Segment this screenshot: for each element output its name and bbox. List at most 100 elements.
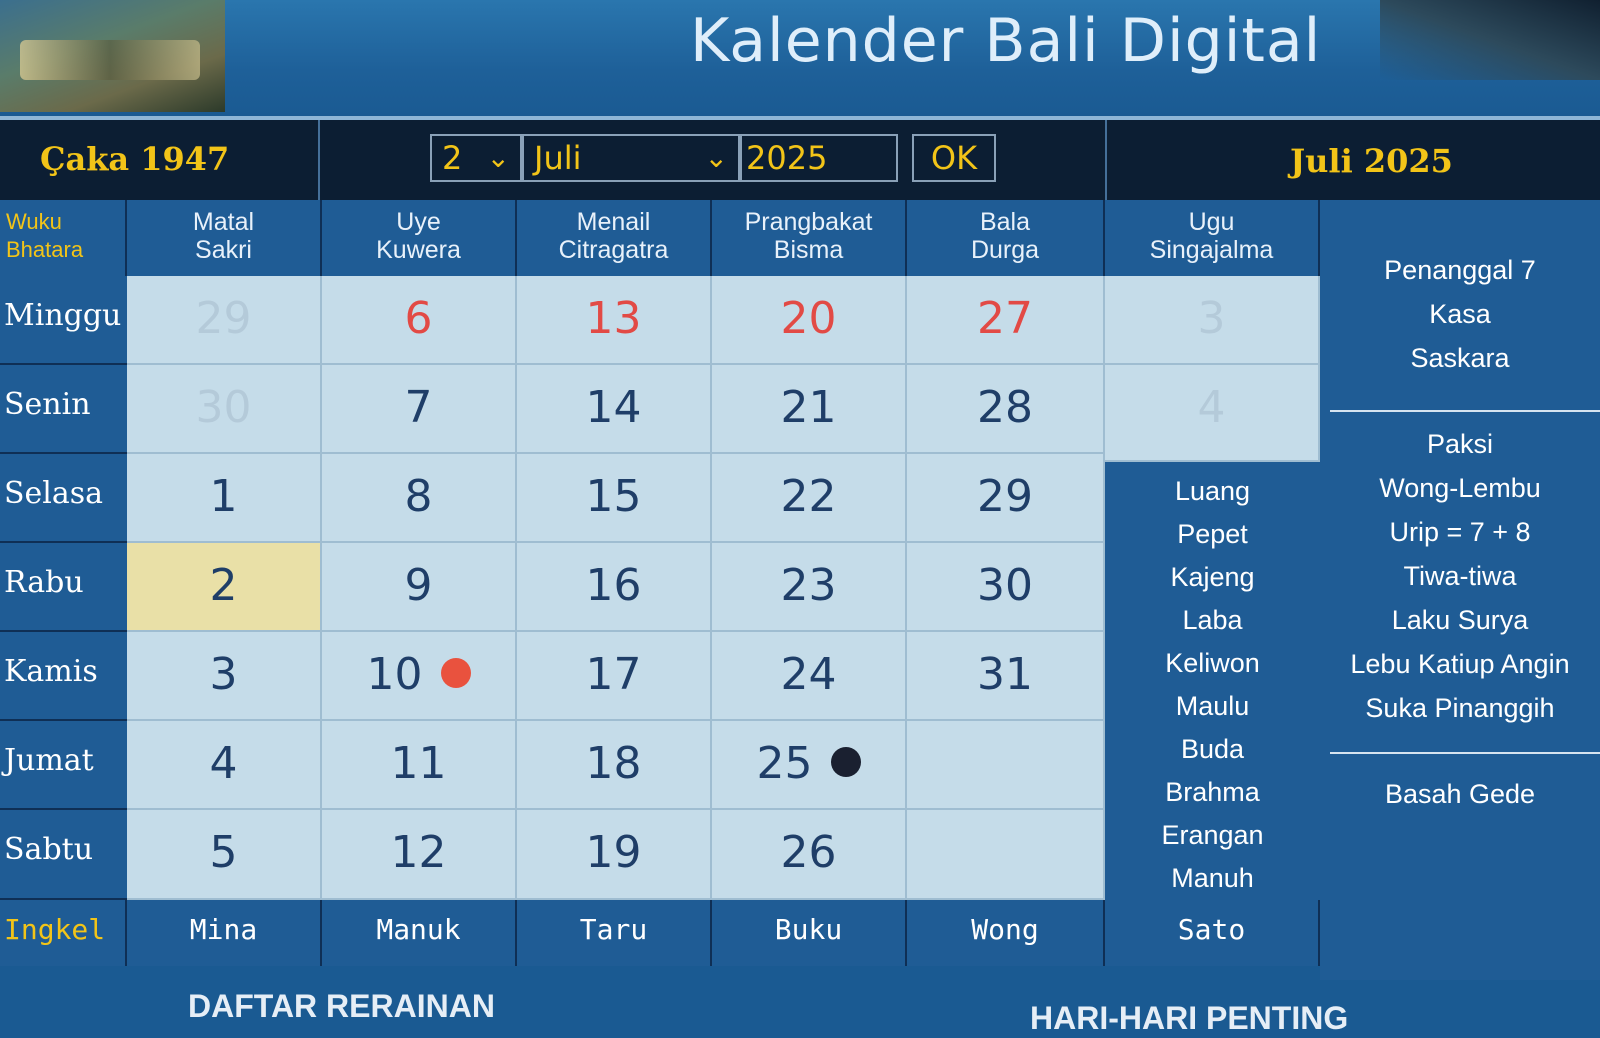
- wuku-name: Matal: [192, 208, 255, 236]
- date-cell[interactable]: 13: [517, 276, 712, 365]
- date-cell[interactable]: 29: [127, 276, 322, 365]
- rerainan-list-title[interactable]: DAFTAR RERAINAN: [188, 988, 495, 1025]
- toolbar-divider: [1105, 120, 1107, 200]
- panel-divider: [1330, 410, 1600, 412]
- date-cell[interactable]: 8: [322, 454, 517, 543]
- date-cell[interactable]: 18: [517, 721, 712, 810]
- day-of-week-label: Rabu: [0, 543, 127, 632]
- month-select[interactable]: Juli ⌄: [522, 134, 740, 182]
- day-select-value: 2: [442, 139, 463, 177]
- date-cell[interactable]: 31: [907, 632, 1105, 721]
- week-header: Uye Kuwera: [322, 200, 517, 276]
- date-cell[interactable]: 23: [712, 543, 907, 632]
- attribute-item: Manuh: [1171, 863, 1254, 893]
- wewaran-text: Saskara: [1410, 343, 1510, 373]
- date-cell[interactable]: 20: [712, 276, 907, 365]
- penanggal-text: Penanggal 7: [1384, 255, 1536, 285]
- date-cell[interactable]: 30: [127, 365, 322, 454]
- year-input[interactable]: 2025: [740, 134, 898, 182]
- header-photo-landscape: [1380, 0, 1600, 80]
- attribute-item: Buda: [1180, 734, 1245, 764]
- detail-line: Paksi: [1426, 429, 1494, 459]
- detail-line: Urip = 7 + 8: [1389, 517, 1531, 547]
- day-select[interactable]: 2 ⌄: [430, 134, 522, 182]
- ingkel-item: Wong: [907, 900, 1105, 966]
- date-cell[interactable]: 30: [907, 543, 1105, 632]
- date-cell[interactable]: 11: [322, 721, 517, 810]
- date-cell[interactable]: 12: [322, 810, 517, 900]
- current-month-title: Juli 2025: [1290, 142, 1453, 180]
- ingkel-item: Buku: [712, 900, 907, 966]
- day-of-week-label: Jumat: [0, 721, 127, 810]
- chevron-down-icon: ⌄: [704, 141, 728, 174]
- full-moon-icon: [440, 658, 471, 688]
- attribute-item: Luang: [1174, 476, 1251, 506]
- date-cell[interactable]: 21: [712, 365, 907, 454]
- attribute-item: Pepet: [1177, 519, 1248, 549]
- new-moon-icon: [830, 747, 861, 777]
- date-cell[interactable]: 1: [127, 454, 322, 543]
- week-header: Bala Durga: [907, 200, 1105, 276]
- attribute-item: Erangan: [1161, 820, 1264, 850]
- day-attributes-list: Luang Pepet Kajeng Laba Keliwon Maulu Bu…: [1105, 462, 1320, 900]
- ok-button[interactable]: OK: [912, 134, 996, 182]
- day-of-week-label: Selasa: [0, 454, 127, 543]
- attribute-item: Brahma: [1165, 777, 1260, 807]
- date-cell[interactable]: 26: [712, 810, 907, 900]
- app-title: Kalender Bali Digital: [690, 6, 1322, 76]
- date-cell[interactable]: 29: [907, 454, 1105, 543]
- bhatara-name: Durga: [970, 236, 1040, 264]
- wuku-name: Bala: [979, 208, 1031, 236]
- ingkel-label: Ingkel: [0, 900, 127, 966]
- date-cell[interactable]: 22: [712, 454, 907, 543]
- date-cell[interactable]: 16: [517, 543, 712, 632]
- date-cell[interactable]: 5: [127, 810, 322, 900]
- wuku-name: Uye: [396, 208, 441, 236]
- date-cell[interactable]: 7: [322, 365, 517, 454]
- bhatara-name: Bisma: [773, 236, 844, 264]
- date-cell[interactable]: 6: [322, 276, 517, 365]
- date-cell[interactable]: 9: [322, 543, 517, 632]
- detail-line: Wong-Lembu: [1379, 473, 1541, 503]
- date-cell[interactable]: 19: [517, 810, 712, 900]
- week-header: Menail Citragatra: [517, 200, 712, 276]
- date-cell[interactable]: 24: [712, 632, 907, 721]
- bhatara-name: Kuwera: [376, 236, 461, 264]
- top-toolbar: Çaka 1947 2 ⌄ Juli ⌄ 2025 OK Juli 2025: [0, 120, 1600, 200]
- date-cell[interactable]: 27: [907, 276, 1105, 365]
- attribute-item: Maulu: [1175, 691, 1250, 721]
- important-days-title[interactable]: HARI-HARI PENTING: [1030, 1000, 1348, 1037]
- calendar-grid: Wuku Bhatara Matal Sakri Uye Kuwera Menail…: [0, 200, 1320, 966]
- week-header: Ugu Singajalma: [1105, 200, 1320, 276]
- day-of-week-label: Minggu: [0, 276, 127, 365]
- ingkel-item: Manuk: [322, 900, 517, 966]
- date-cell[interactable]: 25: [712, 721, 907, 810]
- ingkel-item: Sato: [1105, 900, 1320, 966]
- date-cell[interactable]: 3: [1105, 276, 1320, 365]
- attribute-item: Keliwon: [1165, 648, 1260, 678]
- bhatara-name: Citragatra: [558, 236, 669, 264]
- date-cell[interactable]: 3: [127, 632, 322, 721]
- date-cell-selected[interactable]: 2: [127, 543, 322, 632]
- attribute-item: Kajeng: [1170, 562, 1255, 592]
- bhatara-name: Singajalma: [1149, 236, 1274, 264]
- wuku-name: Menail: [576, 208, 651, 236]
- week-header: Matal Sakri: [127, 200, 322, 276]
- date-cell[interactable]: 28: [907, 365, 1105, 454]
- wuku-name: Prangbakat: [744, 208, 873, 236]
- caka-year: Çaka 1947: [40, 140, 230, 178]
- day-of-week-label: Kamis: [0, 632, 127, 721]
- date-cell[interactable]: 4: [127, 721, 322, 810]
- header-banner: Kalender Bali Digital: [0, 0, 1600, 118]
- header-photo-temple: [0, 0, 225, 112]
- toolbar-divider: [318, 120, 320, 200]
- date-cell[interactable]: 14: [517, 365, 712, 454]
- sasih-text: Kasa: [1429, 299, 1491, 329]
- date-cell[interactable]: 10: [322, 632, 517, 721]
- date-cell[interactable]: 15: [517, 454, 712, 543]
- detail-line: Tiwa-tiwa: [1403, 561, 1517, 591]
- date-cell[interactable]: 17: [517, 632, 712, 721]
- date-number: 10: [366, 649, 423, 700]
- week-header: Prangbakat Bisma: [712, 200, 907, 276]
- date-cell[interactable]: 4: [1105, 365, 1320, 462]
